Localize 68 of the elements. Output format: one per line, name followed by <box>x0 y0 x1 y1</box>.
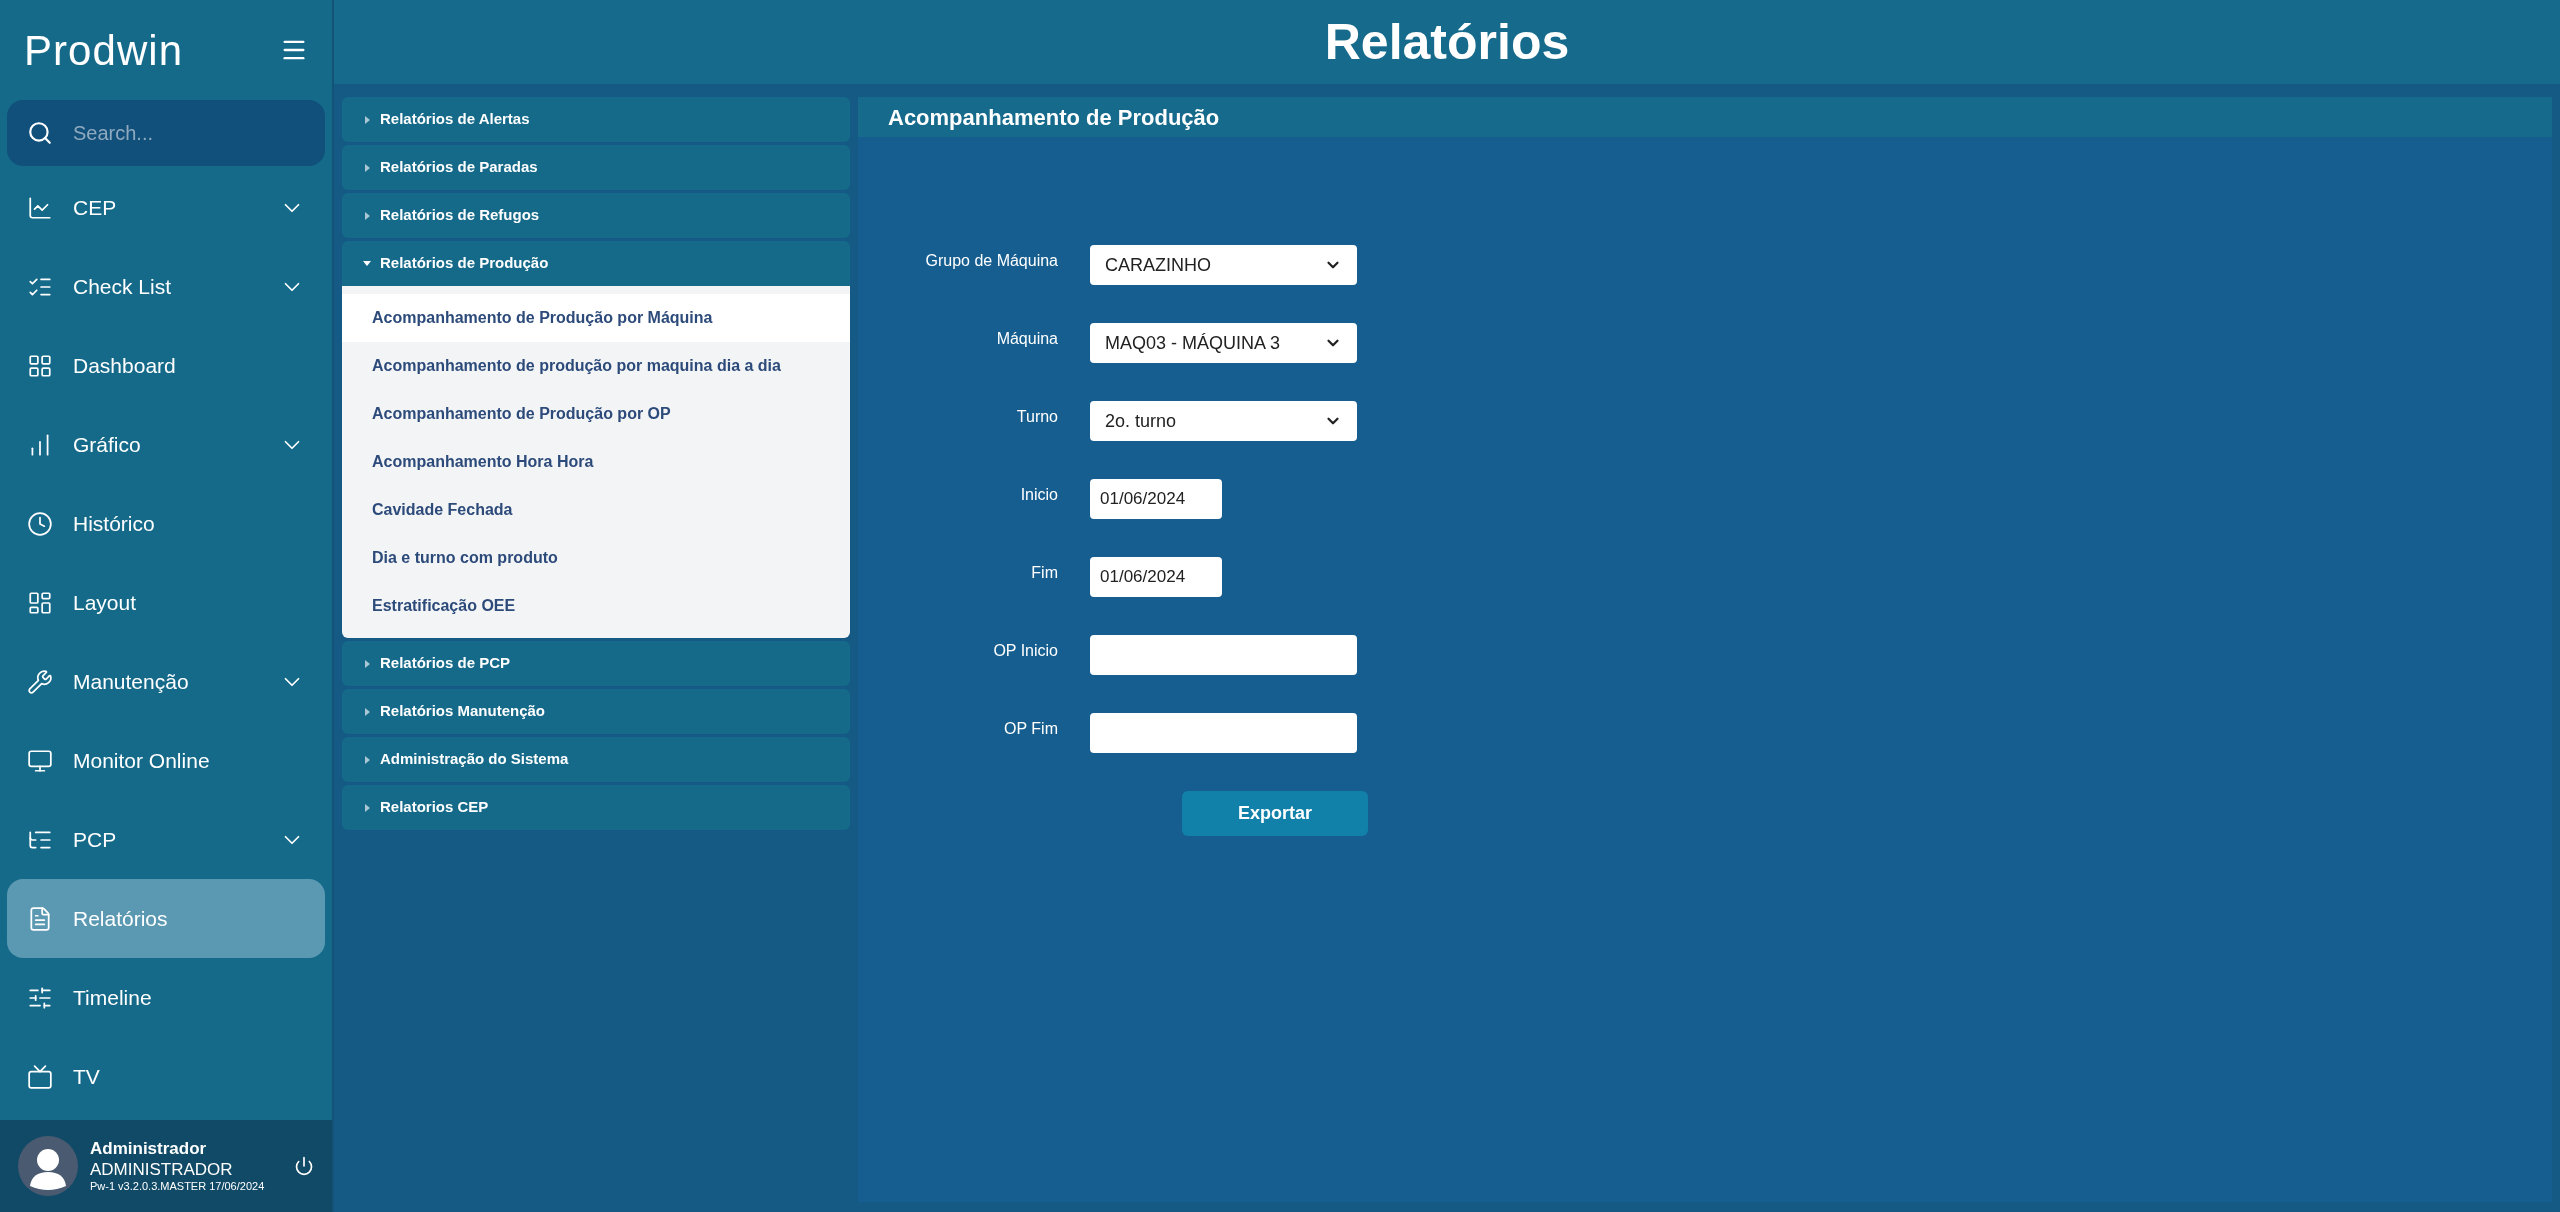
search-icon <box>27 120 53 146</box>
sidebar-item[interactable]: TV <box>7 1037 325 1116</box>
user-role: ADMINISTRADOR <box>90 1159 234 1181</box>
report-category[interactable]: Relatorios CEP <box>342 785 850 830</box>
user-name: Administrador <box>90 1137 208 1160</box>
layout-icon <box>27 589 53 616</box>
field-label: OP Inicio <box>992 641 1058 661</box>
caret-right-icon <box>362 114 372 125</box>
report-category[interactable]: Relatórios de PCP <box>342 641 850 686</box>
report-link[interactable]: Estratificação OEE <box>342 582 850 630</box>
select-field[interactable]: 2o. turno <box>1090 401 1357 441</box>
report-link[interactable]: Acompanhamento Hora Hora <box>342 438 850 486</box>
report-category[interactable]: Relatórios de Refugos <box>342 193 850 238</box>
field-label: OP Fim <box>1003 719 1058 739</box>
sidebar-item[interactable]: Histórico <box>7 484 325 563</box>
report-category[interactable]: Relatórios de Alertas <box>342 97 850 142</box>
version-text: Pw-1 v3.2.0.3.MASTER 17/06/2024 <box>90 1180 266 1195</box>
app-logo: Prodwin <box>24 25 184 76</box>
grid-icon <box>27 352 53 379</box>
report-link[interactable]: Acompanhamento de produção por maquina dia a dia <box>342 342 850 390</box>
sidebar-item[interactable]: Relatórios <box>7 879 325 958</box>
report-category[interactable]: Relatórios de Paradas <box>342 145 850 190</box>
export-button[interactable]: Exportar <box>1182 791 1368 836</box>
field-label: Fim <box>1030 563 1058 583</box>
avatar-silhouette <box>18 1136 78 1196</box>
sidebar-item[interactable]: Manutenção <box>7 642 325 721</box>
wrench-icon <box>27 668 53 695</box>
report-link[interactable]: Acompanhamento de Produção por Máquina <box>342 294 850 342</box>
date-field[interactable]: 01/06/2024 <box>1090 557 1222 597</box>
field-label: Máquina <box>995 329 1058 349</box>
field-label: Inicio <box>1019 485 1058 505</box>
power-icon[interactable] <box>294 1156 314 1176</box>
caret-right-icon <box>362 706 372 717</box>
page-title: Relatórios <box>1324 12 1570 72</box>
report-link[interactable]: Dia e turno com produto <box>342 534 850 582</box>
caret-right-icon <box>362 658 372 669</box>
report-link[interactable]: Acompanhamento de Produção por OP <box>342 390 850 438</box>
caret-right-icon <box>362 210 372 221</box>
select-field[interactable]: CARAZINHO <box>1090 245 1357 285</box>
caret-right-icon <box>362 754 372 765</box>
form-title: Acompanhamento de Produção <box>888 103 1220 132</box>
line-chart-icon <box>27 194 53 221</box>
monitor-icon <box>27 747 53 774</box>
report-category[interactable]: Relatórios de Produção <box>342 241 850 286</box>
sidebar-item[interactable]: Timeline <box>7 958 325 1037</box>
document-icon <box>27 905 53 932</box>
report-link[interactable]: Cavidade Fechada <box>342 486 850 534</box>
search-field[interactable]: Search... <box>7 100 325 166</box>
text-field[interactable] <box>1090 713 1357 753</box>
tv-icon <box>27 1063 53 1090</box>
sidebar-item[interactable]: Monitor Online <box>7 721 325 800</box>
clock-icon <box>27 510 53 537</box>
sidebar-item[interactable]: Dashboard <box>7 326 325 405</box>
sidebar-item[interactable]: Check List <box>7 247 325 326</box>
report-category[interactable]: Relatórios Manutenção <box>342 689 850 734</box>
report-category[interactable]: Administração do Sistema <box>342 737 850 782</box>
field-label: Turno <box>1015 407 1058 427</box>
sidebar-item[interactable]: CEP <box>7 168 325 247</box>
sidebar-item[interactable]: Layout <box>7 563 325 642</box>
caret-right-icon <box>362 802 372 813</box>
sliders-icon <box>27 984 53 1011</box>
caret-right-icon <box>362 162 372 173</box>
date-field[interactable]: 01/06/2024 <box>1090 479 1222 519</box>
text-field[interactable] <box>1090 635 1357 675</box>
select-field[interactable]: MAQ03 - MÁQUINA 3 <box>1090 323 1357 363</box>
field-label: Grupo de Máquina <box>924 251 1058 271</box>
sidebar-item[interactable]: Gráfico <box>7 405 325 484</box>
sidebar-item[interactable]: PCP <box>7 800 325 879</box>
